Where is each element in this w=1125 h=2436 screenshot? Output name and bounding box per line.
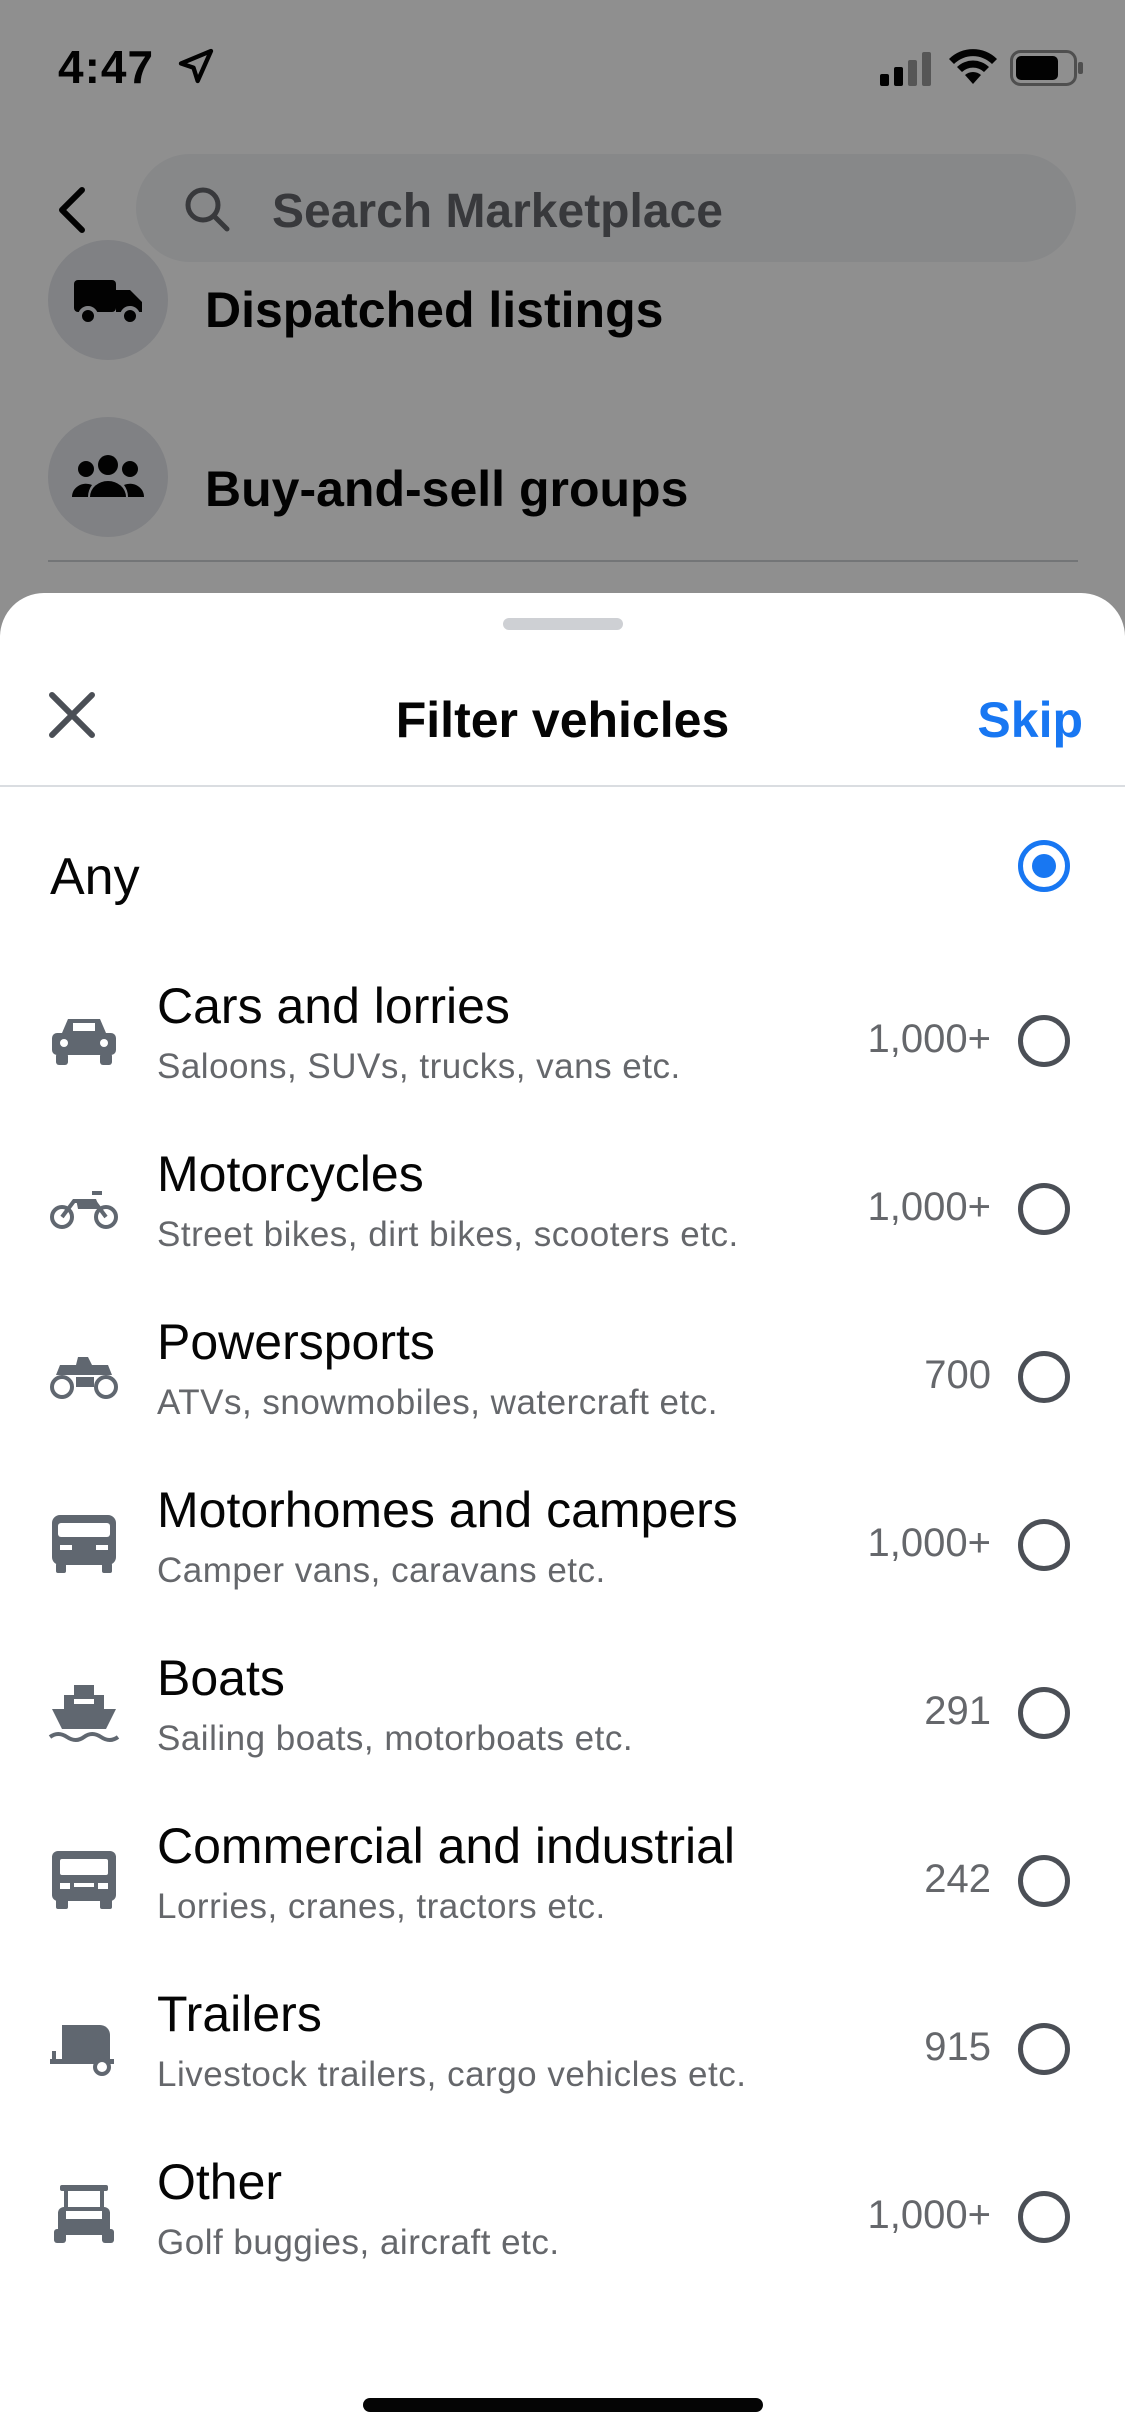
option-commercial-and-industrial[interactable]: Commercial and industrial Lorries, crane… [0,1799,1125,1967]
option-subtitle: Golf buggies, aircraft etc. [157,2223,560,2262]
option-motorhomes-and-campers[interactable]: Motorhomes and campers Camper vans, cara… [0,1463,1125,1631]
radio-button[interactable] [1018,1519,1070,1571]
option-subtitle: Street bikes, dirt bikes, scooters etc. [157,1215,739,1254]
option-cars-and-lorries[interactable]: Cars and lorries Saloons, SUVs, trucks, … [0,959,1125,1127]
option-subtitle: Camper vans, caravans etc. [157,1551,606,1590]
car-icon [52,1019,116,1065]
radio-button[interactable] [1018,1351,1070,1403]
lorry-icon [52,1851,116,1909]
option-motorcycles[interactable]: Motorcycles Street bikes, dirt bikes, sc… [0,1127,1125,1295]
option-trailers[interactable]: Trailers Livestock trailers, cargo vehic… [0,1967,1125,2135]
option-title: Powersports [157,1314,435,1370]
option-count: 915 [924,2025,991,2069]
option-subtitle: Lorries, cranes, tractors etc. [157,1887,606,1926]
option-count: 242 [924,1857,991,1901]
sheet-grabber-handle[interactable] [503,618,623,630]
option-subtitle: ATVs, snowmobiles, watercraft etc. [157,1383,718,1422]
option-count: 1,000+ [867,2193,991,2237]
filter-vehicles-sheet: Filter vehicles Skip Any Cars and lorrie… [0,593,1125,2436]
trailer-icon [50,2025,114,2076]
radio-button-selected[interactable] [1018,840,1070,892]
radio-button[interactable] [1018,2023,1070,2075]
skip-button[interactable]: Skip [977,691,1083,749]
option-any[interactable]: Any [0,793,1125,961]
motorcycle-icon [50,1191,118,1229]
boat-icon [48,1685,120,1742]
option-title: Boats [157,1650,285,1706]
home-indicator[interactable] [363,2398,763,2412]
sheet-header: Filter vehicles Skip [0,653,1125,787]
option-count: 1,000+ [867,1185,991,1229]
option-title: Commercial and industrial [157,1818,736,1874]
camper-icon [52,1515,116,1573]
radio-button[interactable] [1018,1855,1070,1907]
option-powersports[interactable]: Powersports ATVs, snowmobiles, watercraf… [0,1295,1125,1463]
option-title: Trailers [157,1986,322,2042]
radio-button[interactable] [1018,1183,1070,1235]
option-subtitle: Saloons, SUVs, trucks, vans etc. [157,1047,681,1086]
option-title: Motorhomes and campers [157,1482,738,1538]
option-title: Any [50,848,140,906]
option-subtitle: Sailing boats, motorboats etc. [157,1719,634,1758]
option-count: 1,000+ [867,1017,991,1061]
option-count: 1,000+ [867,1521,991,1565]
radio-button[interactable] [1018,2191,1070,2243]
option-count: 700 [924,1353,991,1397]
radio-button[interactable] [1018,1015,1070,1067]
option-title: Other [157,2154,283,2210]
option-subtitle: Livestock trailers, cargo vehicles etc. [157,2055,747,2094]
radio-button[interactable] [1018,1687,1070,1739]
option-other[interactable]: Other Golf buggies, aircraft etc. 1,000+ [0,2135,1125,2303]
option-boats[interactable]: Boats Sailing boats, motorboats etc. 291 [0,1631,1125,1799]
option-title: Cars and lorries [157,978,510,1034]
sheet-title: Filter vehicles [395,692,730,748]
option-count: 291 [924,1689,991,1733]
atv-icon [50,1357,118,1399]
option-title: Motorcycles [157,1146,424,1202]
golf-cart-icon [54,2185,114,2243]
